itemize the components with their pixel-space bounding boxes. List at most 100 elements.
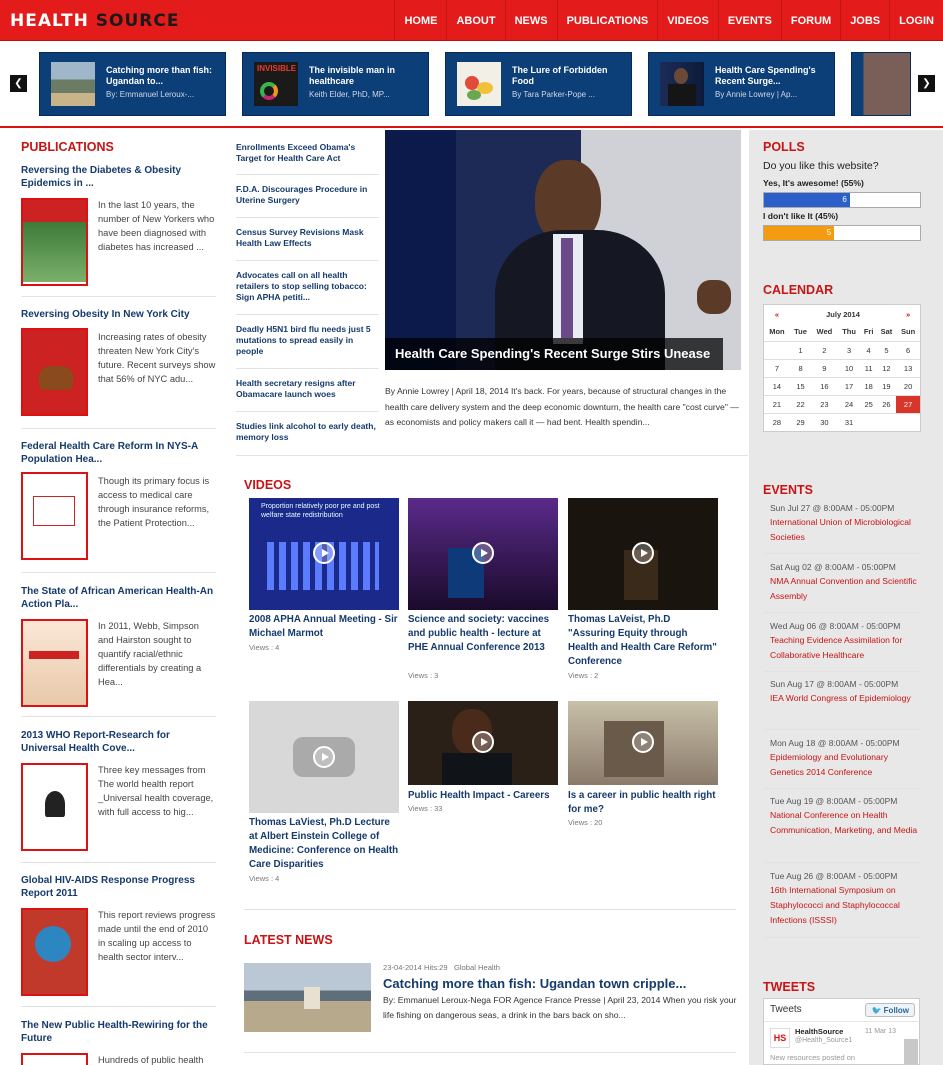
video-thumbnail[interactable] [408,498,558,610]
site-logo[interactable]: HEALTH SOURCE [10,11,179,31]
publication-cover[interactable] [21,1053,88,1065]
calendar-day[interactable]: 26 [876,394,897,413]
publication-title[interactable]: Global HIV-AIDS Response Progress Report… [21,874,217,900]
video-title[interactable]: 2008 APHA Annual Meeting - Sir Michael M… [249,613,399,641]
video-thumbnail[interactable] [408,701,558,785]
scrollbar[interactable] [904,1039,918,1064]
follow-button[interactable]: 🐦 Follow [865,1003,915,1017]
headline-link[interactable]: F.D.A. Discourages Procedure in Uterine … [236,184,376,206]
video-title[interactable]: Science and society: vaccines and public… [408,613,558,655]
calendar-day[interactable]: 28 [764,412,790,431]
video-thumbnail[interactable] [568,498,718,610]
nav-forum[interactable]: FORUM [780,0,840,41]
video-title[interactable]: Public Health Impact - Careers [408,789,568,803]
video-title[interactable]: Thomas LaViest, Ph.D Lecture at Albert E… [249,816,399,872]
publication-cover[interactable] [21,472,88,560]
event-title[interactable]: NMA Annual Convention and Scientific Ass… [770,574,920,604]
event-title[interactable]: National Conference on Health Communicat… [770,808,920,838]
nav-events[interactable]: EVENTS [717,0,781,41]
calendar-day[interactable]: 22 [789,394,812,413]
latest-news-image[interactable] [244,963,371,1032]
headline-link[interactable]: Studies link alcohol to early death, mem… [236,421,376,443]
publication-cover[interactable] [21,619,88,707]
calendar-day[interactable]: 29 [789,412,812,431]
headline-link[interactable]: Health secretary resigns after Obamacare… [236,378,376,400]
nav-publications[interactable]: PUBLICATIONS [556,0,658,41]
publication-title[interactable]: The New Public Health-Rewiring for the F… [21,1019,217,1045]
play-icon[interactable] [472,731,494,753]
play-icon[interactable] [632,731,654,753]
calendar-day[interactable]: 9 [811,358,838,377]
headline-link[interactable]: Census Survey Revisions Mask Health Law … [236,227,376,249]
calendar-day[interactable]: 8 [789,358,812,377]
event-title[interactable]: International Union of Microbiological S… [770,515,920,545]
calendar-day[interactable]: 21 [764,394,790,413]
nav-news[interactable]: NEWS [504,0,557,41]
tweet-handle[interactable]: @Health_Source1 [795,1037,852,1044]
play-icon[interactable] [313,542,335,564]
calendar-day-today[interactable]: 27 [896,394,920,413]
calendar-day[interactable]: 13 [896,358,920,377]
publication-cover[interactable] [21,908,88,996]
calendar-day[interactable]: 4 [860,340,877,359]
carousel-prev-icon[interactable]: ❮ [10,75,27,92]
calendar-day[interactable]: 3 [837,340,861,359]
publication-cover[interactable] [21,198,88,286]
play-icon[interactable] [632,542,654,564]
nav-login[interactable]: LOGIN [889,0,943,41]
carousel-next-icon[interactable]: ❯ [918,75,935,92]
calendar-day[interactable]: 15 [789,376,812,395]
latest-news-category[interactable]: Global Health [454,963,500,972]
play-icon[interactable] [472,542,494,564]
publication-title[interactable]: Federal Health Care Reform In NYS-A Popu… [21,440,217,466]
nav-videos[interactable]: VIDEOS [657,0,718,41]
calendar-day[interactable]: 17 [837,376,861,395]
event-title[interactable]: Epidemiology and Evolutionary Genetics 2… [770,750,920,780]
calendar-day[interactable]: 19 [876,376,897,395]
event-title[interactable]: IEA World Congress of Epidemiology [770,691,920,706]
video-title[interactable]: Is a career in public health right for m… [568,789,718,817]
publication-cover[interactable] [21,763,88,851]
event-title[interactable]: Teaching Evidence Assimilation for Colla… [770,633,920,663]
latest-news-title[interactable]: Catching more than fish: Ugandan town cr… [383,976,686,991]
calendar-day[interactable]: 25 [860,394,877,413]
publication-title[interactable]: Reversing the Diabetes & Obesity Epidemi… [21,164,217,190]
calendar-day[interactable]: 30 [811,412,838,431]
feature-caption[interactable]: Health Care Spending's Recent Surge Stir… [395,346,710,361]
carousel-slide[interactable]: Catching more than fish: Ugandan to... B… [39,52,226,116]
headline-link[interactable]: Advocates call on all health retailers t… [236,270,376,303]
calendar-next-icon[interactable]: » [896,305,920,323]
tweet-user[interactable]: HealthSource [795,1027,843,1036]
calendar-day[interactable]: 6 [896,340,920,359]
calendar-day[interactable]: 5 [876,340,897,359]
publication-title[interactable]: Reversing Obesity In New York City [21,308,217,321]
avatar[interactable]: HS [770,1028,790,1048]
headline-link[interactable]: Enrollments Exceed Obama's Target for He… [236,142,376,164]
calendar-day[interactable]: 2 [811,340,838,359]
play-icon[interactable] [313,746,335,768]
calendar-day[interactable]: 12 [876,358,897,377]
calendar-day[interactable]: 1 [789,340,812,359]
calendar-day[interactable]: 16 [811,376,838,395]
calendar-day[interactable]: 24 [837,394,861,413]
carousel-slide[interactable]: The Lure of Forbidden Food By Tara Parke… [445,52,632,116]
calendar-prev-icon[interactable]: « [764,305,790,323]
publication-title[interactable]: The State of African American Health-An … [21,585,217,611]
nav-about[interactable]: ABOUT [446,0,504,41]
calendar-day[interactable]: 10 [837,358,861,377]
nav-jobs[interactable]: JOBS [840,0,889,41]
calendar-day[interactable]: 31 [837,412,861,431]
carousel-slide[interactable]: INVISIBLE The invisible man in healthcar… [242,52,429,116]
video-thumbnail[interactable] [249,701,399,813]
headline-link[interactable]: Deadly H5N1 bird flu needs just 5 mutati… [236,324,376,357]
calendar-day[interactable]: 20 [896,376,920,395]
publication-title[interactable]: 2013 WHO Report-Research for Universal H… [21,729,217,755]
calendar-day[interactable]: 23 [811,394,838,413]
video-title[interactable]: Thomas LaVeist, Ph.D "Assuring Equity th… [568,613,718,669]
calendar-day[interactable]: 14 [764,376,790,395]
event-title[interactable]: 16th International Symposium on Staphylo… [770,883,920,928]
feature-image[interactable]: Health Care Spending's Recent Surge Stir… [385,130,741,370]
nav-home[interactable]: HOME [394,0,446,41]
carousel-slide-partial[interactable] [851,52,911,116]
calendar-day[interactable]: 7 [764,358,790,377]
